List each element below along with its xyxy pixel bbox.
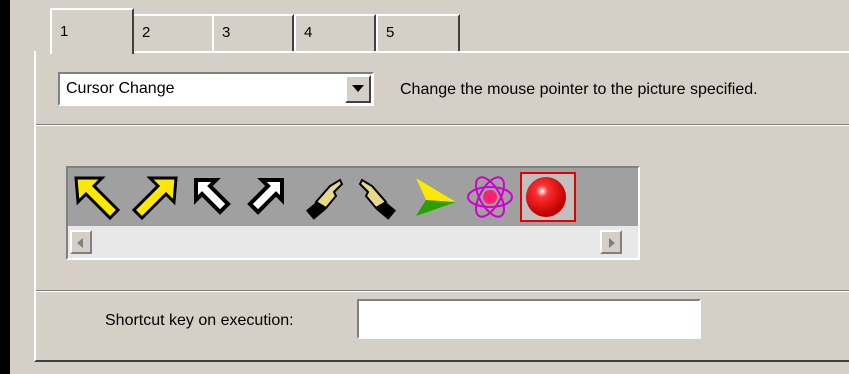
tab-label: 4 xyxy=(304,24,313,41)
tab-label: 1 xyxy=(60,23,69,40)
divider xyxy=(36,124,849,126)
tab-label: 2 xyxy=(142,24,151,41)
dropdown-button[interactable] xyxy=(345,75,371,103)
scroll-right-button[interactable] xyxy=(600,230,622,254)
green-triangle-pointer-icon[interactable] xyxy=(408,172,460,222)
atom-pointer-icon[interactable] xyxy=(464,172,516,222)
tab-strip-edge xyxy=(132,51,849,53)
action-description: Change the mouse pointer to the picture … xyxy=(400,81,758,98)
tab-label: 3 xyxy=(222,24,231,41)
action-type-dropdown[interactable]: Cursor Change xyxy=(58,72,374,106)
shortcut-key-input[interactable] xyxy=(357,299,701,339)
chevron-left-icon xyxy=(77,238,83,248)
divider xyxy=(36,290,849,292)
cursor-picker[interactable] xyxy=(66,166,640,260)
outline-arrow-up-right-icon[interactable] xyxy=(240,172,292,222)
yellow-arrow-up-right-icon[interactable] xyxy=(128,172,180,222)
shortcut-label: Shortcut key on execution: xyxy=(105,312,294,329)
pointing-hand-left-icon[interactable] xyxy=(300,172,352,222)
tab-3[interactable]: 3 xyxy=(212,14,294,52)
tab-4[interactable]: 4 xyxy=(294,14,376,52)
yellow-arrow-up-left-icon[interactable] xyxy=(72,172,124,222)
tab-label: 5 xyxy=(386,24,395,41)
window-left-border xyxy=(0,0,10,374)
red-ball-pointer-icon[interactable] xyxy=(520,172,576,222)
scroll-left-button[interactable] xyxy=(70,230,92,254)
cursor-icon-strip xyxy=(68,168,638,226)
tab-5[interactable]: 5 xyxy=(376,14,460,52)
dropdown-value: Cursor Change xyxy=(66,80,175,97)
cursor-scrollbar[interactable] xyxy=(68,226,638,258)
tab-2[interactable]: 2 xyxy=(132,14,214,52)
outline-arrow-up-left-icon[interactable] xyxy=(186,172,238,222)
action-settings-panel: 1 2 3 4 5 Cursor Change Change the mouse… xyxy=(10,0,849,374)
chevron-right-icon xyxy=(609,238,615,248)
tab-1[interactable]: 1 xyxy=(50,8,134,54)
chevron-down-icon xyxy=(352,85,364,92)
pointing-hand-right-icon[interactable] xyxy=(350,172,402,222)
